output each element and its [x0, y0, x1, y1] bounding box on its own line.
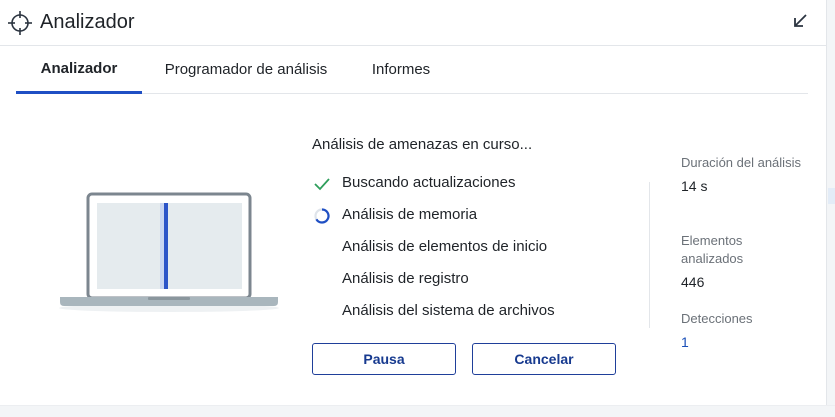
detections-link[interactable]: 1	[681, 334, 753, 350]
scan-status-title: Análisis de amenazas en curso...	[312, 136, 533, 153]
scan-step-label: Análisis de elementos de inicio	[342, 238, 548, 255]
stat-items-value: 446	[681, 274, 705, 290]
cancel-button[interactable]: Cancelar	[472, 343, 616, 375]
scan-step-startup: Análisis de elementos de inicio	[312, 234, 632, 266]
stat-duration-value: 14 s	[681, 178, 708, 194]
scan-step-label: Buscando actualizaciones	[342, 174, 516, 191]
tab-bar: Analizador Programador de análisis Infor…	[16, 46, 808, 94]
collapse-button[interactable]	[789, 12, 811, 34]
spinner-icon	[312, 206, 332, 226]
scan-step-memory: Análisis de memoria	[312, 202, 632, 234]
stat-duration: Duración del análisis 14 s	[681, 154, 801, 194]
crosshair-icon	[7, 10, 33, 36]
check-icon	[312, 174, 332, 194]
scan-step-updates: Buscando actualizaciones	[312, 170, 632, 202]
window-title: Analizador	[40, 11, 135, 33]
stat-detections: Detecciones 1	[681, 310, 753, 350]
scrollbar-edge	[826, 0, 835, 417]
stats-divider	[649, 182, 650, 328]
stat-items: Elementos analizados 446	[681, 232, 801, 290]
stat-items-label: Elementos analizados	[681, 233, 744, 266]
tab-informes[interactable]: Informes	[356, 46, 446, 93]
scan-steps-list: Buscando actualizaciones Análisis de mem…	[312, 170, 632, 330]
scan-step-registry: Análisis de registro	[312, 266, 632, 298]
tab-programador[interactable]: Programador de análisis	[156, 46, 336, 93]
scan-step-label: Análisis de registro	[342, 270, 469, 287]
bottom-edge	[0, 405, 835, 417]
scan-step-filesystem: Análisis del sistema de archivos	[312, 298, 632, 330]
scanner-window: Analizador Analizador Programador de aná…	[0, 0, 835, 417]
tab-analizador[interactable]: Analizador	[16, 46, 142, 94]
arrow-down-left-icon	[791, 12, 809, 35]
stat-duration-label: Duración del análisis	[681, 155, 801, 170]
pause-button[interactable]: Pausa	[312, 343, 456, 375]
stat-detections-label: Detecciones	[681, 311, 753, 326]
laptop-scan-illustration	[56, 190, 282, 316]
title-bar: Analizador	[0, 0, 826, 46]
scan-step-label: Análisis de memoria	[342, 206, 478, 223]
scan-step-label: Análisis del sistema de archivos	[342, 302, 555, 319]
